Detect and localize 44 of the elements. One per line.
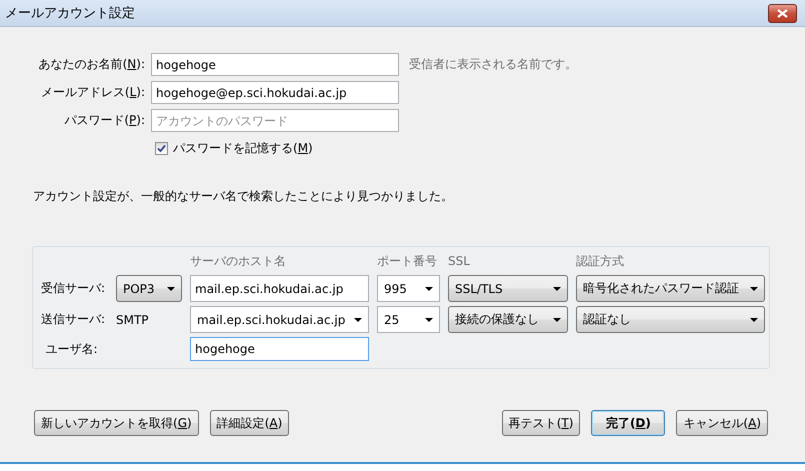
caret-icon bbox=[354, 318, 362, 322]
auth-dropdown[interactable]: 認証なし bbox=[576, 306, 765, 333]
field-label: あなたのお名前(N): bbox=[38, 56, 145, 73]
row-label: ユーザ名: bbox=[44, 340, 99, 358]
column-header: ポート番号 bbox=[377, 253, 438, 270]
host-combobox[interactable]: mail.ep.sci.hokudai.ac.jp bbox=[190, 306, 369, 333]
column-header: サーバのホスト名 bbox=[190, 253, 287, 270]
checkbox[interactable] bbox=[155, 142, 168, 155]
window-title: メールアカウント設定 bbox=[5, 5, 135, 22]
protocol-label: SMTP bbox=[116, 312, 150, 326]
close-button[interactable] bbox=[768, 4, 797, 22]
caret-icon bbox=[553, 318, 561, 322]
field-label: メールアドレス(L): bbox=[40, 84, 145, 101]
field-hint: 受信者に表示される名前です。 bbox=[408, 56, 578, 73]
status-message: アカウント設定が、一般的なサーバ名で検索したことにより見つかりました。 bbox=[33, 188, 454, 205]
dialog-button[interactable]: キャンセル(A) bbox=[676, 410, 768, 436]
caret-icon bbox=[750, 286, 758, 290]
text-field[interactable]: hogehoge@ep.sci.hokudai.ac.jp bbox=[151, 81, 399, 104]
caret-icon bbox=[750, 318, 758, 322]
host-field[interactable]: mail.ep.sci.hokudai.ac.jp bbox=[190, 275, 369, 302]
port-combobox[interactable]: 995 bbox=[377, 275, 440, 302]
text-field[interactable]: アカウントのパスワード bbox=[151, 109, 399, 132]
auth-dropdown[interactable]: 暗号化されたパスワード認証 bbox=[576, 275, 765, 302]
column-header: SSL bbox=[448, 253, 471, 270]
dialog-button[interactable]: 完了(D) bbox=[591, 410, 666, 436]
text-field[interactable]: hogehoge bbox=[151, 53, 399, 76]
ssl-dropdown[interactable]: SSL/TLS bbox=[448, 275, 568, 302]
row-label: 送信サーバ: bbox=[41, 311, 106, 328]
caret-icon bbox=[425, 286, 433, 290]
username-field[interactable]: hogehoge bbox=[190, 337, 369, 361]
caret-icon bbox=[425, 318, 433, 322]
close-icon bbox=[777, 8, 788, 18]
dialog-button[interactable]: 再テスト(T) bbox=[502, 410, 580, 436]
ssl-dropdown[interactable]: 接続の保護なし bbox=[448, 306, 568, 333]
caret-icon bbox=[167, 286, 175, 290]
caret-icon bbox=[553, 286, 561, 290]
row-label: 受信サーバ: bbox=[41, 280, 106, 297]
column-header: 認証方式 bbox=[576, 253, 625, 270]
field-label: パスワード(P): bbox=[63, 112, 145, 129]
protocol-dropdown[interactable]: POP3 bbox=[116, 275, 182, 302]
port-combobox[interactable]: 25 bbox=[377, 306, 440, 333]
checkbox-label[interactable]: パスワードを記憶する(M) bbox=[173, 140, 313, 157]
dialog-button[interactable]: 詳細設定(A) bbox=[210, 410, 290, 436]
dialog-button[interactable]: 新しいアカウントを取得(G) bbox=[34, 410, 199, 436]
